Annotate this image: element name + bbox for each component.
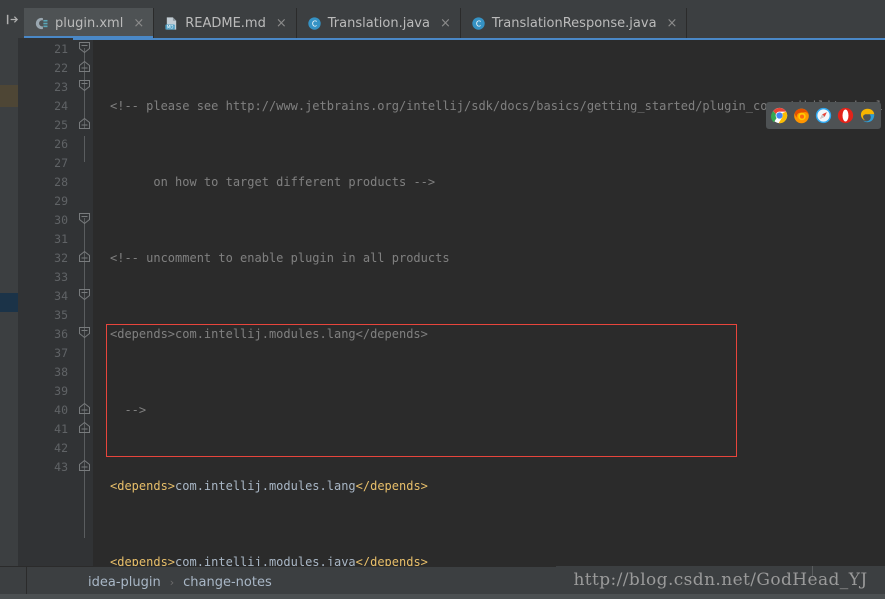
- fold-collapse-start-icon[interactable]: [78, 212, 91, 225]
- xml-tag: <depends>: [110, 555, 176, 566]
- fold-collapse-end-icon[interactable]: [78, 250, 91, 263]
- fold-collapse-end-icon[interactable]: [78, 421, 91, 434]
- svg-text:C: C: [476, 19, 481, 28]
- xml-tag: </depends>: [355, 555, 428, 566]
- line-number: 27: [54, 156, 68, 170]
- watermark: http://blog.csdn.net/GodHead_YJ: [556, 566, 885, 594]
- svg-text:C: C: [312, 19, 317, 28]
- browser-launcher-bar[interactable]: [766, 102, 881, 129]
- collapse-panel-button[interactable]: [0, 0, 24, 38]
- code-line-26: <depends>com.intellij.modules.lang</depe…: [93, 477, 885, 496]
- opera-icon[interactable]: [837, 107, 854, 124]
- breadcrumb-item-idea-plugin[interactable]: idea-plugin: [88, 575, 161, 590]
- code-line-22: on how to target different products -->: [93, 173, 885, 192]
- breadcrumb-item-change-notes[interactable]: change-notes: [183, 575, 272, 590]
- firefox-icon[interactable]: [793, 107, 810, 124]
- fold-collapse-end-icon[interactable]: [78, 459, 91, 472]
- safari-icon[interactable]: [815, 107, 832, 124]
- tab-label: plugin.xml: [55, 15, 124, 31]
- tab-close-button[interactable]: ×: [667, 17, 678, 30]
- line-number: 25: [54, 118, 68, 132]
- line-number: 26: [54, 137, 68, 151]
- changed-lines-marker: [0, 85, 18, 107]
- xml-file-icon: [35, 17, 48, 29]
- line-number: 34: [54, 289, 68, 303]
- line-number: 31: [54, 232, 68, 246]
- tab-translation-java[interactable]: C Translation.java ×: [296, 8, 461, 38]
- line-number: 39: [54, 384, 68, 398]
- tab-close-button[interactable]: ×: [133, 17, 144, 30]
- tab-close-button[interactable]: ×: [440, 17, 451, 30]
- ide-window: plugin.xml × MD README.md × C Translatio…: [0, 0, 885, 599]
- line-number: 21: [54, 42, 68, 56]
- line-number: 38: [54, 365, 68, 379]
- tab-readme-md[interactable]: MD README.md ×: [154, 8, 297, 38]
- line-number-column: 21 22 23 24 25 26 27 28 29 30 31 32 33 3…: [18, 38, 74, 477]
- watermark-text: http://blog.csdn.net/GodHead_YJ: [573, 570, 868, 590]
- fold-region-line: [84, 136, 85, 162]
- code-line-27: <depends>com.intellij.modules.java</depe…: [93, 553, 885, 566]
- fold-collapse-end-icon[interactable]: [78, 117, 91, 130]
- code-line-25: -->: [93, 401, 885, 420]
- line-number: 37: [54, 346, 68, 360]
- xml-text: com.intellij.modules.lang: [175, 479, 356, 493]
- code-folding-column[interactable]: [78, 40, 92, 540]
- tab-plugin-xml[interactable]: plugin.xml ×: [24, 8, 155, 38]
- fold-collapse-start-icon[interactable]: [78, 41, 91, 54]
- svg-text:MD: MD: [167, 24, 174, 29]
- tab-close-button[interactable]: ×: [276, 17, 287, 30]
- tab-label: Translation.java: [327, 15, 430, 31]
- fold-collapse-end-icon[interactable]: [78, 60, 91, 73]
- line-number: 41: [54, 422, 68, 436]
- markdown-file-icon: MD: [165, 16, 177, 30]
- code-editor[interactable]: 21 22 23 24 25 26 27 28 29 30 31 32 33 3…: [0, 38, 885, 566]
- code-comment: <depends>com.intellij.modules.lang</depe…: [110, 327, 428, 341]
- line-number: 40: [54, 403, 68, 417]
- xml-tag: <depends>: [110, 479, 176, 493]
- line-number: 42: [54, 441, 68, 455]
- caret-line-marker: [0, 293, 18, 312]
- java-class-icon: C: [308, 16, 321, 30]
- code-comment: on how to target different products -->: [153, 175, 436, 189]
- xml-tag: </depends>: [355, 479, 428, 493]
- breadcrumb-separator-icon: ›: [169, 576, 175, 589]
- tab-label: README.md: [185, 15, 266, 31]
- fold-region-line: [84, 426, 85, 538]
- line-number: 29: [54, 194, 68, 208]
- code-comment: -->: [124, 403, 147, 417]
- code-line-23: <!-- uncomment to enable plugin in all p…: [93, 249, 885, 268]
- code-line-24: <depends>com.intellij.modules.lang</depe…: [93, 325, 885, 344]
- xml-text: com.intellij.modules.java: [175, 555, 356, 566]
- line-number: 23: [54, 80, 68, 94]
- code-comment: <!-- uncomment to enable plugin in all p…: [110, 251, 450, 265]
- tab-label: TranslationResponse.java: [491, 15, 657, 31]
- editor-tab-bar: plugin.xml × MD README.md × C Translatio…: [0, 0, 885, 38]
- line-number: 36: [54, 327, 68, 341]
- window-bottom-edge: [0, 594, 885, 599]
- line-number: 35: [54, 308, 68, 322]
- line-number: 32: [54, 251, 68, 265]
- edge-icon[interactable]: [859, 107, 876, 124]
- line-number: 30: [54, 213, 68, 227]
- tab-translationresponse-java[interactable]: C TranslationResponse.java ×: [460, 8, 688, 38]
- fold-collapse-end-icon[interactable]: [78, 402, 91, 415]
- line-number: 24: [54, 99, 68, 113]
- editor-left-strip: [0, 38, 18, 566]
- fold-collapse-start-icon[interactable]: [78, 326, 91, 339]
- watermark-tick: [812, 566, 813, 576]
- line-number: 22: [54, 61, 68, 75]
- chrome-icon[interactable]: [771, 107, 788, 124]
- java-class-icon: C: [472, 16, 485, 30]
- fold-collapse-start-icon[interactable]: [78, 79, 91, 92]
- collapse-panel-icon: [6, 14, 18, 24]
- line-number: 43: [54, 460, 68, 474]
- line-number: 28: [54, 175, 68, 189]
- fold-collapse-start-icon[interactable]: [78, 288, 91, 301]
- line-number: 33: [54, 270, 68, 284]
